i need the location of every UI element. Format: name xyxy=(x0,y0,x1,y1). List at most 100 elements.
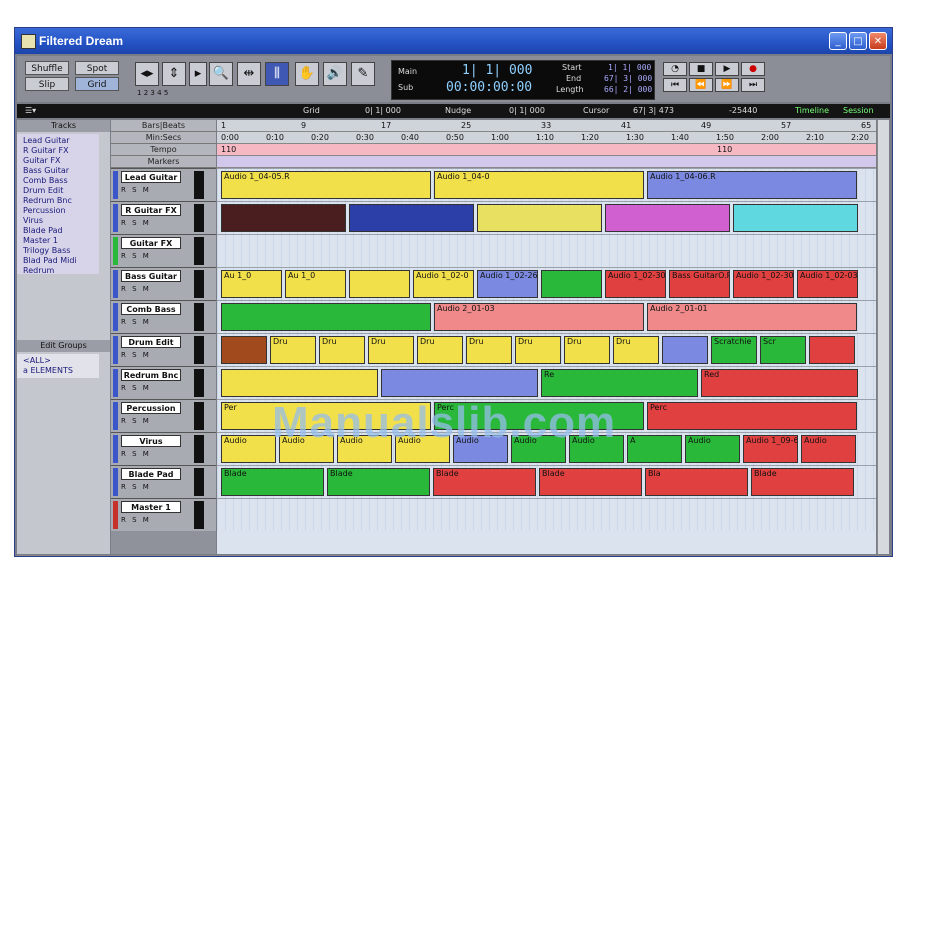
audio-clip[interactable]: Bass GuitarO.R xyxy=(669,270,730,298)
audio-clip[interactable] xyxy=(541,270,602,298)
track-name[interactable]: Redrum Bnc xyxy=(121,369,181,381)
audio-clip[interactable] xyxy=(349,270,410,298)
audio-clip[interactable]: Audio 1_02-30. xyxy=(605,270,666,298)
track-name[interactable]: Bass Guitar xyxy=(121,270,181,282)
tracks-list-item[interactable]: R Guitar FX xyxy=(23,146,69,155)
zoom-toggle-icon[interactable]: ▸ xyxy=(189,62,207,86)
track-header[interactable]: Lead Guitar R S M xyxy=(111,168,216,201)
audio-clip[interactable]: Blade xyxy=(327,468,430,496)
track-lane[interactable]: Blade Blade Blade Blade Bla Blade xyxy=(217,465,876,498)
record-solo-mute-buttons[interactable]: R S M xyxy=(121,450,151,458)
online-icon[interactable]: ◔ xyxy=(663,62,687,76)
audio-clip[interactable]: Audio 1_04-06.R xyxy=(647,171,857,199)
track-name[interactable]: Virus xyxy=(121,435,181,447)
audio-clip[interactable]: Au 1_0 xyxy=(221,270,282,298)
edit-groups-header[interactable]: Edit Groups xyxy=(17,340,110,352)
audio-clip[interactable]: Audio 1_04-05.R xyxy=(221,171,431,199)
track-name[interactable]: Drum Edit xyxy=(121,336,181,348)
audio-clip[interactable]: Dru xyxy=(564,336,610,364)
tracks-list-item[interactable]: Percussion xyxy=(23,206,66,215)
grabber-tool-icon[interactable]: ✋ xyxy=(295,62,319,86)
selector-tool-icon[interactable]: ⫼ xyxy=(265,62,289,86)
zoom-vertical-icon[interactable]: ⇕ xyxy=(162,62,186,86)
zoom-preset-4[interactable]: 4 xyxy=(157,89,161,97)
audio-clip[interactable] xyxy=(809,336,855,364)
track-lane[interactable] xyxy=(217,201,876,234)
zoom-preset-3[interactable]: 3 xyxy=(150,89,154,97)
track-lane[interactable]: Au 1_0 Au 1_0 Audio 1_02-0 Audio 1_02-26.R A… xyxy=(217,267,876,300)
record-icon[interactable]: ● xyxy=(741,62,765,76)
record-solo-mute-buttons[interactable]: R S M xyxy=(121,285,151,293)
track-name[interactable]: Lead Guitar xyxy=(121,171,181,183)
record-solo-mute-buttons[interactable]: R S M xyxy=(121,186,151,194)
return-to-zero-icon[interactable]: ⏮ xyxy=(663,78,687,92)
audio-clip[interactable]: Red xyxy=(701,369,858,397)
track-header[interactable]: Redrum Bnc R S M xyxy=(111,366,216,399)
zoomer-tool-icon[interactable]: 🔍 xyxy=(209,62,233,86)
audio-clip[interactable]: Blade xyxy=(539,468,642,496)
track-header[interactable]: R Guitar FX R S M xyxy=(111,201,216,234)
audio-clip[interactable] xyxy=(221,303,431,331)
audio-clip[interactable]: A xyxy=(627,435,682,463)
grid-button[interactable]: Grid xyxy=(75,77,119,91)
rewind-icon[interactable]: ⏪ xyxy=(689,78,713,92)
go-to-end-icon[interactable]: ⏭ xyxy=(741,78,765,92)
track-header[interactable]: Guitar FX R S M xyxy=(111,234,216,267)
audio-clip[interactable]: Audio 1_04-0 xyxy=(434,171,644,199)
track-name[interactable]: Percussion xyxy=(121,402,181,414)
stop-icon[interactable]: ■ xyxy=(689,62,713,76)
record-solo-mute-buttons[interactable]: R S M xyxy=(121,252,151,260)
audio-clip[interactable]: Blade xyxy=(751,468,854,496)
record-solo-mute-buttons[interactable]: R S M xyxy=(121,384,151,392)
track-header[interactable]: Virus R S M xyxy=(111,432,216,465)
record-solo-mute-buttons[interactable]: R S M xyxy=(121,318,151,326)
audio-clip[interactable]: Audio 1_09-63.R xyxy=(743,435,798,463)
markers-ruler[interactable] xyxy=(217,156,876,168)
tracks-list-item[interactable]: Blade Pad xyxy=(23,226,63,235)
audio-clip[interactable]: Audio xyxy=(685,435,740,463)
tracks-list-item[interactable]: Trilogy Bass xyxy=(23,246,70,255)
audio-clip[interactable]: Au 1_0 xyxy=(285,270,346,298)
tracks-list-item[interactable]: Bass Guitar xyxy=(23,166,69,175)
audio-clip[interactable]: Audio xyxy=(221,435,276,463)
tracks-list-item[interactable]: Drum Edit xyxy=(23,186,63,195)
title-bar[interactable]: Filtered Dream _ □ ✕ xyxy=(15,28,892,54)
audio-clip[interactable]: Audio 1_02-30. xyxy=(733,270,794,298)
record-solo-mute-buttons[interactable]: R S M xyxy=(121,219,151,227)
scrubber-tool-icon[interactable]: 🔊 xyxy=(323,62,347,86)
slip-button[interactable]: Slip xyxy=(25,77,69,91)
fast-forward-icon[interactable]: ⏩ xyxy=(715,78,739,92)
audio-clip[interactable] xyxy=(221,204,346,232)
track-header[interactable]: Comb Bass R S M xyxy=(111,300,216,333)
ruler-label-markers[interactable]: Markers xyxy=(111,156,216,168)
close-icon[interactable]: ✕ xyxy=(869,32,887,50)
audio-clip[interactable] xyxy=(349,204,474,232)
track-header[interactable]: Master 1 R S M xyxy=(111,498,216,531)
audio-clip[interactable]: Scratchie xyxy=(711,336,757,364)
record-solo-mute-buttons[interactable]: R S M xyxy=(121,483,151,491)
track-name[interactable]: R Guitar FX xyxy=(121,204,181,216)
group-item[interactable]: a ELEMENTS xyxy=(23,366,73,375)
tracks-list-item[interactable]: Blad Pad Midi xyxy=(23,256,77,265)
track-lane[interactable]: Audio 2_01-03 Audio 2_01-01 xyxy=(217,300,876,333)
track-lane[interactable]: Re Red xyxy=(217,366,876,399)
track-name[interactable]: Master 1 xyxy=(121,501,181,513)
audio-clip[interactable]: Dru xyxy=(270,336,316,364)
track-lane[interactable] xyxy=(217,234,876,267)
audio-clip[interactable]: Dru xyxy=(319,336,365,364)
minsecs-ruler[interactable]: 0:00 0:10 0:20 0:30 0:40 0:50 1:00 1:10 1:20 1:30… xyxy=(217,132,876,144)
spot-button[interactable]: Spot xyxy=(75,61,119,75)
tracks-list-item[interactable]: Redrum xyxy=(23,266,54,275)
track-header[interactable]: Percussion R S M xyxy=(111,399,216,432)
audio-clip[interactable] xyxy=(381,369,538,397)
tracks-header[interactable]: Tracks xyxy=(17,120,110,132)
shuffle-button[interactable]: Shuffle xyxy=(25,61,69,75)
tracks-list-item[interactable]: Guitar FX xyxy=(23,156,60,165)
tracks-list-item[interactable]: Redrum Bnc xyxy=(23,196,72,205)
audio-clip[interactable] xyxy=(662,336,708,364)
zoom-preset-5[interactable]: 5 xyxy=(164,89,168,97)
minimize-icon[interactable]: _ xyxy=(829,32,847,50)
main-counter[interactable]: Main 1| 1| 000 Sub 00:00:00:00 Start 1| … xyxy=(391,60,655,100)
audio-clip[interactable]: Perc xyxy=(647,402,857,430)
end-value[interactable]: 67| 3| 000 xyxy=(604,74,652,83)
